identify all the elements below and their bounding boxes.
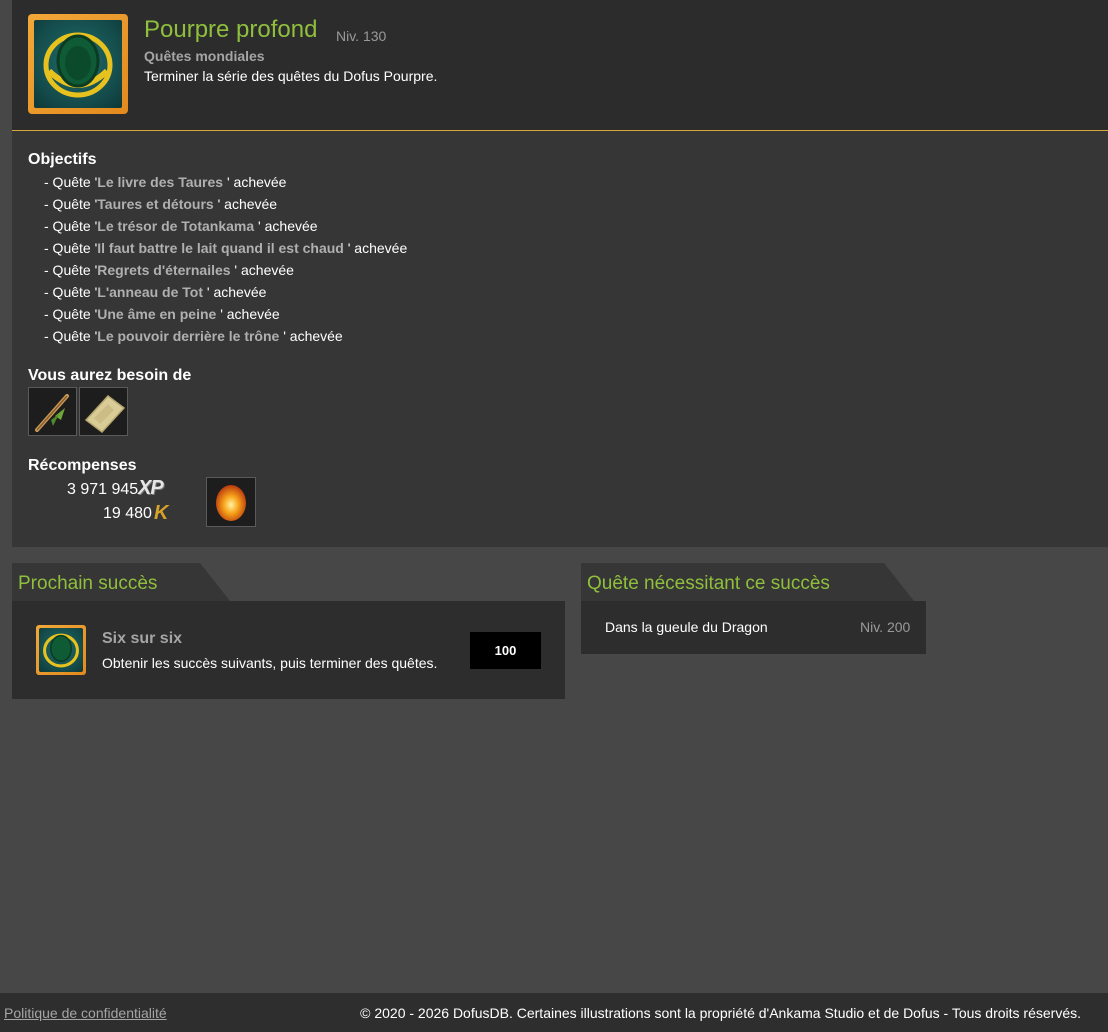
achievement-title: Pourpre profond (144, 16, 318, 43)
needs-heading: Vous aurez besoin de (28, 367, 192, 384)
objective-item: - Quête 'Le pouvoir derrière le trône ' … (44, 328, 343, 344)
next-achievement-icon[interactable] (36, 625, 86, 675)
wooden-staff-item-icon[interactable] (28, 387, 77, 436)
kamas-icon: K (154, 502, 169, 524)
footer: Politique de confidentialité © 2020 - 20… (0, 993, 1108, 1032)
objectives-list: - Quête 'Le livre des Taures ' achevée -… (44, 171, 407, 347)
quest-link[interactable]: Taures et détours (97, 196, 213, 212)
objective-item: - Quête 'Le livre des Taures ' achevée (44, 174, 287, 190)
rewards-heading: Récompenses (28, 457, 137, 474)
achievement-panel: Pourpre profond Niv. 130 Quêtes mondiale… (12, 0, 1108, 547)
required-quest-level: Niv. 200 (860, 619, 911, 635)
purple-egg-achievement-icon (28, 14, 128, 114)
quest-link[interactable]: Une âme en peine (97, 306, 216, 322)
objective-item: - Quête 'Le trésor de Totankama ' achevé… (44, 218, 318, 234)
quest-link[interactable]: Le pouvoir derrière le trône (97, 328, 279, 344)
stone-tablet-item-icon[interactable] (79, 387, 128, 436)
next-achievement-description: Obtenir les succès suivants, puis termin… (102, 655, 438, 671)
kamas-amount: 19 480 (103, 505, 152, 522)
next-achievement-name[interactable]: Six sur six (102, 630, 182, 648)
needed-items (28, 387, 128, 436)
quest-link[interactable]: Regrets d'éternailes (97, 262, 230, 278)
achievement-description: Terminer la série des quêtes du Dofus Po… (144, 68, 438, 84)
objective-item: - Quête 'Taures et détours ' achevée (44, 196, 278, 212)
objective-item: - Quête 'Il faut battre le lait quand il… (44, 240, 408, 256)
points-badge: 100 (470, 632, 541, 669)
objective-item: - Quête 'L'anneau de Tot ' achevée (44, 284, 267, 300)
fire-egg-item-icon[interactable] (206, 477, 256, 527)
objective-item: - Quête 'Une âme en peine ' achevée (44, 306, 280, 322)
objectives-heading: Objectifs (28, 151, 97, 168)
xp-icon: XP (138, 477, 164, 499)
required-quest-heading: Quête nécessitant ce succès (587, 573, 830, 594)
next-achievement-heading: Prochain succès (18, 573, 158, 594)
xp-amount: 3 971 945 (67, 481, 139, 498)
achievement-header: Pourpre profond Niv. 130 Quêtes mondiale… (12, 0, 1108, 131)
quest-link[interactable]: L'anneau de Tot (97, 284, 203, 300)
objective-item: - Quête 'Regrets d'éternailes ' achevée (44, 262, 294, 278)
achievement-category: Quêtes mondiales (144, 48, 265, 64)
quest-link[interactable]: Le livre des Taures (97, 174, 223, 190)
required-quest-link[interactable]: Dans la gueule du Dragon (605, 619, 768, 635)
copyright-text: © 2020 - 2026 DofusDB. Certaines illustr… (360, 1005, 1081, 1021)
privacy-policy-link[interactable]: Politique de confidentialité (4, 1005, 167, 1021)
quest-link[interactable]: Le trésor de Totankama (97, 218, 254, 234)
quest-link[interactable]: Il faut battre le lait quand il est chau… (97, 240, 344, 256)
achievement-level: Niv. 130 (336, 28, 387, 44)
